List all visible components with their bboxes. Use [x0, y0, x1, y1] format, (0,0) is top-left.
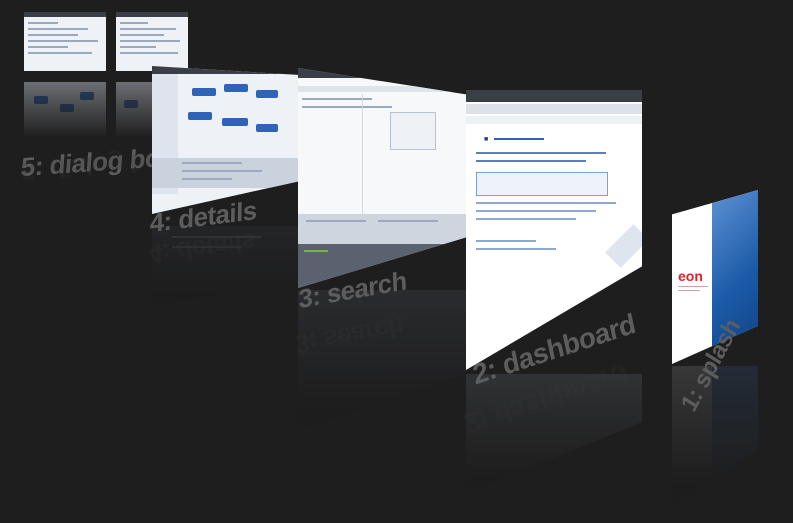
search-screen — [298, 68, 466, 288]
flow-stage: 5: dialog box 5: dialog box 4: details 4… — [0, 0, 793, 523]
details-screen — [152, 66, 298, 214]
splash-logo: eon — [678, 268, 703, 284]
dialog-box-screen-a — [24, 12, 106, 71]
dialog-box-screen-b — [116, 12, 188, 71]
